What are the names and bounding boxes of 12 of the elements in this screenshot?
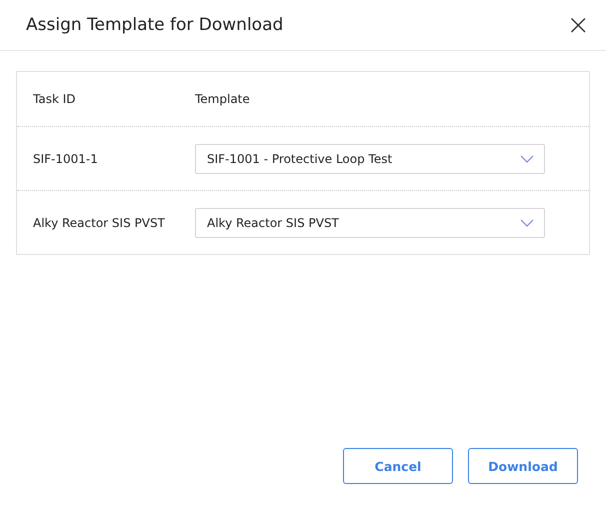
close-button[interactable]: × — [562, 11, 594, 39]
task-id: SIF-1001-1 — [32, 152, 99, 166]
action-button[interactable]: Cancel — [343, 448, 453, 484]
chevron-down-icon — [520, 154, 534, 162]
chevron-down-icon — [520, 218, 534, 226]
template-dropdown[interactable]: Alky Reactor SIS PVST — [195, 208, 545, 238]
column-header: Template — [195, 92, 250, 106]
template-dropdown[interactable]: SIF-1001 - Protective Loop Test — [195, 144, 545, 174]
column-header: Task ID — [32, 92, 76, 106]
action-button[interactable]: Download — [468, 448, 578, 484]
task-id: Alky Reactor SIS PVST — [32, 216, 166, 230]
dialog-title: Assign Template for Download — [26, 15, 284, 35]
